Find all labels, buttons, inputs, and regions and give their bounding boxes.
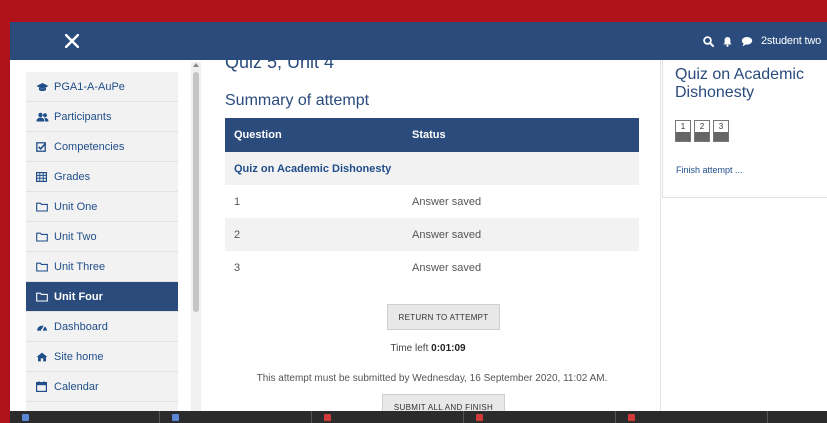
drawer-item-label: Dashboard xyxy=(54,320,108,333)
block-title: Quiz on Academic Dishonesty xyxy=(675,66,804,101)
notifications-button[interactable] xyxy=(722,36,733,47)
navbar: 2student two xyxy=(10,22,827,60)
check-square-icon xyxy=(36,141,47,152)
summary-table: Question Status Quiz on Academic Dishone… xyxy=(225,118,639,284)
table-icon xyxy=(36,171,47,182)
question-nav-button-1[interactable]: 1 xyxy=(675,120,691,142)
taskbar xyxy=(10,411,827,423)
pdf-icon xyxy=(324,414,331,421)
drawer-item-label: Unit Four xyxy=(54,290,103,303)
column-header-question: Question xyxy=(234,129,282,141)
main-content: Quiz 5, Unit 4 Summary of attempt Questi… xyxy=(208,52,648,423)
page-title: Summary of attempt xyxy=(225,92,370,109)
document-icon xyxy=(172,414,179,421)
time-left-value: 0:01:09 xyxy=(431,343,466,354)
drawer-item-unit-one[interactable]: Unit One xyxy=(26,192,178,222)
column-header-status: Status xyxy=(412,129,446,141)
time-left-label: Time left xyxy=(390,343,429,354)
table-header: Question Status xyxy=(225,118,639,152)
question-status: Answer saved xyxy=(412,262,482,274)
nav-drawer: PGA1-A-AuPe Participants Competencies Gr… xyxy=(26,72,178,423)
question-number[interactable]: 1 xyxy=(234,196,240,208)
folder-icon xyxy=(36,292,48,302)
return-to-attempt-button[interactable]: RETURN TO ATTEMPT xyxy=(387,304,500,330)
browser-viewport: 2student two PGA1-A-AuPe Participants Co… xyxy=(10,22,827,423)
question-status: Answer saved xyxy=(412,196,482,208)
drawer-item-calendar[interactable]: Calendar xyxy=(26,372,178,402)
drawer-item-competencies[interactable]: Competencies xyxy=(26,132,178,162)
drawer-item-label: Calendar xyxy=(54,380,99,393)
scrollbar-thumb[interactable] xyxy=(193,72,199,312)
search-icon xyxy=(703,35,715,47)
taskbar-tab[interactable] xyxy=(464,411,616,423)
question-nav: 1 2 3 xyxy=(675,120,729,142)
folder-icon xyxy=(36,202,48,212)
taskbar-tab[interactable] xyxy=(10,411,160,423)
drawer-item-label: Site home xyxy=(54,350,104,363)
section-heading: Quiz on Academic Dishonesty xyxy=(234,163,392,175)
pdf-icon xyxy=(476,414,483,421)
search-button[interactable] xyxy=(703,35,715,47)
navbar-actions: 2student two xyxy=(703,22,821,60)
drawer-item-label: Participants xyxy=(54,110,112,123)
taskbar-tab[interactable] xyxy=(616,411,768,423)
drawer-item-label: PGA1-A-AuPe xyxy=(54,80,125,93)
dashboard-icon xyxy=(37,324,47,331)
drawer-scrollbar[interactable] xyxy=(191,62,201,423)
scroll-up-arrow-icon[interactable] xyxy=(193,63,199,67)
drawer-item-dashboard[interactable]: Dashboard xyxy=(26,312,178,342)
question-nav-number: 1 xyxy=(680,122,686,131)
drawer-item-label: Competencies xyxy=(54,140,125,153)
user-menu[interactable]: 2student two xyxy=(761,35,821,47)
drawer-item-label: Unit One xyxy=(54,200,98,213)
drawer-item-grades[interactable]: Grades xyxy=(26,162,178,192)
deadline-notice: This attempt must be submitted by Wednes… xyxy=(256,373,608,384)
question-status: Answer saved xyxy=(412,229,482,241)
drawer-item-label: Unit Two xyxy=(54,230,97,243)
quiz-navigation-block: Quiz on Academic Dishonesty 1 2 3 Finish… xyxy=(662,60,827,198)
messages-button[interactable] xyxy=(741,36,753,47)
quiz-title: Quiz 5, Unit 4 xyxy=(225,52,335,72)
table-row: 1 Answer saved xyxy=(225,185,639,218)
question-nav-button-3[interactable]: 3 xyxy=(713,120,729,142)
document-icon xyxy=(22,414,29,421)
table-section-row: Quiz on Academic Dishonesty xyxy=(225,152,639,185)
finish-attempt-link[interactable]: Finish attempt ... xyxy=(676,165,743,175)
drawer-item-label: Grades xyxy=(54,170,91,183)
users-icon xyxy=(36,112,49,121)
question-nav-button-2[interactable]: 2 xyxy=(694,120,710,142)
table-row: 2 Answer saved xyxy=(225,218,639,251)
graduation-cap-icon xyxy=(36,82,49,91)
folder-icon xyxy=(36,232,48,242)
question-nav-number: 2 xyxy=(699,122,705,131)
pdf-icon xyxy=(628,414,635,421)
question-number[interactable]: 3 xyxy=(234,262,240,274)
column-divider xyxy=(660,60,661,423)
drawer-item-site-home[interactable]: Site home xyxy=(26,342,178,372)
calendar-icon xyxy=(36,381,47,392)
close-drawer-button[interactable] xyxy=(57,26,87,56)
question-nav-number: 3 xyxy=(718,122,724,131)
time-left: Time left 0:01:09 xyxy=(208,343,648,354)
table-row: 3 Answer saved xyxy=(225,251,639,284)
bell-icon xyxy=(723,36,732,47)
drawer-item-unit-two[interactable]: Unit Two xyxy=(26,222,178,252)
taskbar-tab[interactable] xyxy=(312,411,464,423)
close-icon xyxy=(64,33,80,49)
home-icon xyxy=(36,352,48,361)
folder-icon xyxy=(36,262,48,272)
drawer-item-unit-four[interactable]: Unit Four xyxy=(26,282,178,312)
taskbar-tab[interactable] xyxy=(160,411,312,423)
drawer-item-participants[interactable]: Participants xyxy=(26,102,178,132)
drawer-item-unit-three[interactable]: Unit Three xyxy=(26,252,178,282)
chat-bubble-icon xyxy=(741,36,753,46)
drawer-item-label: Unit Three xyxy=(54,260,106,273)
question-number[interactable]: 2 xyxy=(234,229,240,241)
drawer-item-course[interactable]: PGA1-A-AuPe xyxy=(26,72,178,102)
